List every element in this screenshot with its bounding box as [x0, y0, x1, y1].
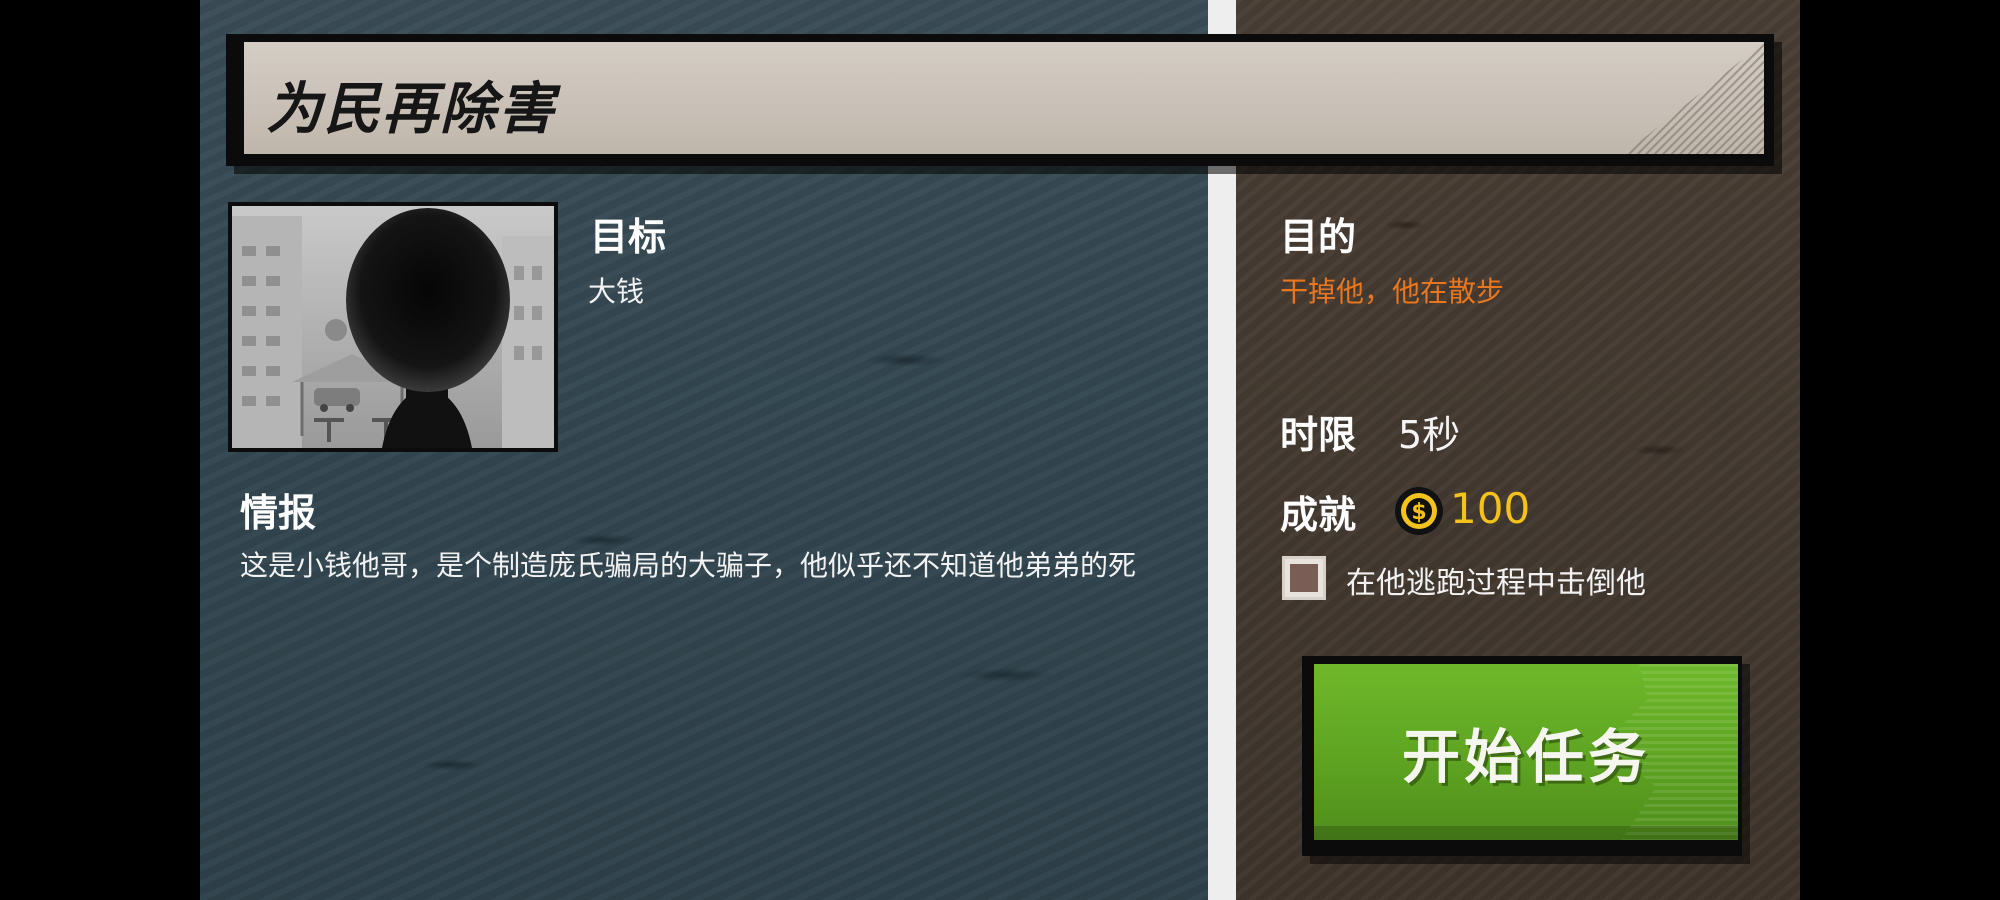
bonus-objective-text: 在他逃跑过程中击倒他 — [1346, 566, 1646, 601]
objective-label: 目的 — [1280, 215, 1357, 259]
intel-text: 这是小钱他哥，是个制造庞氏骗局的大骗子，他似乎还不知道他弟弟的死 — [240, 549, 1137, 582]
target-label: 目标 — [590, 215, 667, 259]
intel-label: 情报 — [240, 491, 317, 535]
time-limit-value: 5秒 — [1398, 413, 1461, 457]
coin-icon: $ — [1395, 487, 1443, 535]
start-mission-button-face: 开始任务 — [1314, 664, 1738, 840]
reward-label: 成就 — [1280, 493, 1357, 537]
mission-title: 为民再除害 — [266, 77, 556, 142]
target-name: 大钱 — [588, 275, 645, 308]
silhouette-portrait-icon — [232, 206, 554, 448]
target-portrait — [228, 202, 558, 452]
mission-title-banner: 为民再除害 — [226, 34, 1774, 166]
start-mission-button[interactable]: 开始任务 — [1302, 656, 1742, 856]
start-mission-label: 开始任务 — [1401, 723, 1650, 791]
reward-value: 100 — [1450, 484, 1531, 533]
objective-text: 干掉他，他在散步 — [1280, 275, 1505, 308]
bonus-objective-checkbox[interactable] — [1282, 556, 1326, 600]
mission-title-plate: 为民再除害 — [244, 42, 1764, 154]
mission-briefing-screen: 为民再除害 目标 大钱 情报 这是小钱他哥，是个制造庞氏骗局的大骗子，他似乎还不… — [0, 0, 2000, 900]
svg-text:$: $ — [1411, 500, 1426, 525]
time-limit-label: 时限 — [1280, 413, 1357, 457]
